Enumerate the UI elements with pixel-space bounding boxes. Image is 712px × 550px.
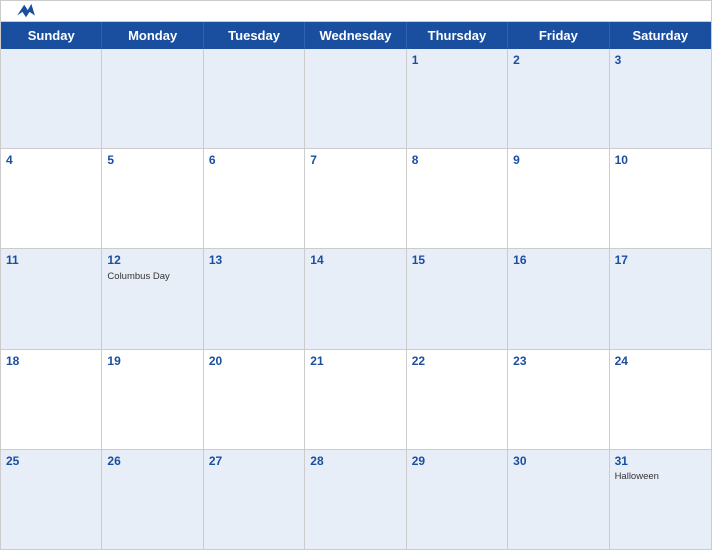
day-cell: 30	[508, 450, 609, 549]
calendar-header	[1, 1, 711, 21]
day-number: 21	[310, 354, 400, 370]
day-header-sunday: Sunday	[1, 22, 102, 49]
day-cell: 11	[1, 249, 102, 348]
day-number: 3	[615, 53, 706, 69]
day-cell: 25	[1, 450, 102, 549]
day-number: 5	[107, 153, 197, 169]
day-cell: 1	[407, 49, 508, 148]
day-cell: 26	[102, 450, 203, 549]
day-header-thursday: Thursday	[407, 22, 508, 49]
day-cell: 2	[508, 49, 609, 148]
day-number: 31	[615, 454, 706, 470]
day-cell: 22	[407, 350, 508, 449]
day-cell: 29	[407, 450, 508, 549]
day-number: 15	[412, 253, 502, 269]
day-number: 13	[209, 253, 299, 269]
logo-blue-area	[17, 3, 37, 19]
day-cell	[305, 49, 406, 148]
day-cell	[1, 49, 102, 148]
logo-area	[17, 3, 37, 19]
week-row-5: 25 26 27 28 29 30 31Halloween	[1, 450, 711, 549]
day-cell: 6	[204, 149, 305, 248]
day-number: 30	[513, 454, 603, 470]
day-number: 26	[107, 454, 197, 470]
day-cell: 28	[305, 450, 406, 549]
day-number: 11	[6, 253, 96, 269]
day-number: 12	[107, 253, 197, 269]
day-cell: 24	[610, 350, 711, 449]
day-cell: 18	[1, 350, 102, 449]
day-cell: 23	[508, 350, 609, 449]
day-cell: 10	[610, 149, 711, 248]
day-number: 23	[513, 354, 603, 370]
day-number: 6	[209, 153, 299, 169]
day-number: 18	[6, 354, 96, 370]
weeks-container: 123456789101112Columbus Day1314151617181…	[1, 49, 711, 549]
week-row-3: 11 12 Columbus Day 13 14 15 16 17	[1, 249, 711, 349]
day-number: 7	[310, 153, 400, 169]
day-cell: 16	[508, 249, 609, 348]
day-number: 2	[513, 53, 603, 69]
day-number: 10	[615, 153, 706, 169]
day-cell	[204, 49, 305, 148]
day-cell: 19	[102, 350, 203, 449]
calendar-grid: SundayMondayTuesdayWednesdayThursdayFrid…	[1, 21, 711, 549]
day-cell: 12 Columbus Day	[102, 249, 203, 348]
week-row-2: 456789 10	[1, 149, 711, 249]
day-number: 17	[615, 253, 706, 269]
day-cell: 3	[610, 49, 711, 148]
calendar-container: SundayMondayTuesdayWednesdayThursdayFrid…	[0, 0, 712, 550]
day-number: 29	[412, 454, 502, 470]
day-cell: 13	[204, 249, 305, 348]
day-header-tuesday: Tuesday	[204, 22, 305, 49]
day-cell: 9	[508, 149, 609, 248]
day-cell: 15	[407, 249, 508, 348]
day-number: 27	[209, 454, 299, 470]
day-number: 25	[6, 454, 96, 470]
day-cell	[102, 49, 203, 148]
day-number: 16	[513, 253, 603, 269]
day-number: 19	[107, 354, 197, 370]
logo-bird-icon	[17, 3, 35, 19]
day-number: 28	[310, 454, 400, 470]
day-number: 20	[209, 354, 299, 370]
day-cell: 20	[204, 350, 305, 449]
day-number: 24	[615, 354, 706, 370]
day-cell: 5	[102, 149, 203, 248]
day-number: 8	[412, 153, 502, 169]
day-cell: 31Halloween	[610, 450, 711, 549]
day-cell: 17	[610, 249, 711, 348]
holiday-label: Halloween	[615, 471, 706, 483]
day-cell: 21	[305, 350, 406, 449]
day-cell: 14	[305, 249, 406, 348]
day-number: 1	[412, 53, 502, 69]
day-cell: 27	[204, 450, 305, 549]
day-number: 22	[412, 354, 502, 370]
day-number: 9	[513, 153, 603, 169]
day-cell: 8	[407, 149, 508, 248]
week-row-4: 18 19 20 21 22 23 24	[1, 350, 711, 450]
day-number: 14	[310, 253, 400, 269]
day-number: 4	[6, 153, 96, 169]
week-row-1: 123	[1, 49, 711, 149]
day-headers-row: SundayMondayTuesdayWednesdayThursdayFrid…	[1, 22, 711, 49]
day-cell: 7	[305, 149, 406, 248]
day-header-friday: Friday	[508, 22, 609, 49]
day-header-monday: Monday	[102, 22, 203, 49]
day-header-saturday: Saturday	[610, 22, 711, 49]
holiday-label: Columbus Day	[107, 271, 197, 283]
day-cell: 4	[1, 149, 102, 248]
day-header-wednesday: Wednesday	[305, 22, 406, 49]
